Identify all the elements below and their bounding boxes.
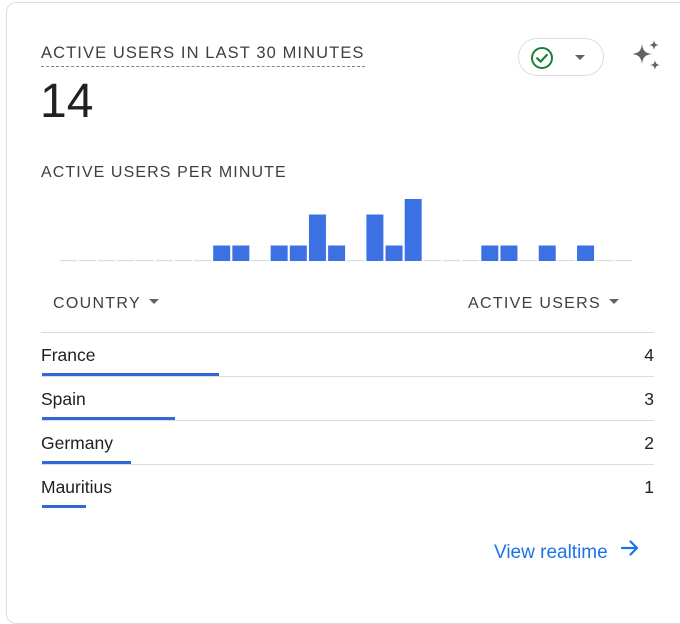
active-users-header-label: ACTIVE USERS [468, 295, 601, 312]
chart-bar-empty [136, 260, 154, 262]
realtime-card [6, 2, 680, 624]
country-name: Mauritius [41, 477, 112, 497]
chart-bar-empty [596, 260, 614, 262]
card-title[interactable]: ACTIVE USERS IN LAST 30 MINUTES [41, 44, 365, 67]
check-circle-icon [530, 46, 554, 75]
chart-bar-empty [251, 260, 269, 262]
chart-bar[interactable] [577, 245, 595, 262]
country-table: France 4 Spain 3 Germany 2 Mauritius 1 [41, 332, 654, 508]
chart-bar[interactable] [328, 245, 346, 262]
chart-title: ACTIVE USERS PER MINUTE [41, 164, 287, 181]
table-row: Spain 3 [41, 376, 654, 420]
chart-bar-empty [519, 260, 537, 262]
active-users-value: 1 [644, 477, 654, 497]
view-realtime-link[interactable]: View realtime [494, 539, 640, 565]
chevron-down-icon [148, 299, 159, 305]
arrow-right-icon [620, 539, 640, 563]
chart-bar[interactable] [481, 245, 499, 262]
status-dropdown-button[interactable] [518, 38, 604, 76]
country-name: Germany [41, 433, 113, 453]
table-row: France 4 [41, 332, 654, 376]
country-name: France [41, 345, 96, 365]
view-realtime-label: View realtime [494, 542, 608, 564]
chart-bar[interactable] [232, 245, 250, 262]
chart-bar[interactable] [500, 245, 518, 262]
active-users-value: 4 [644, 345, 654, 365]
chart-bar[interactable] [404, 199, 422, 261]
chart-bar-empty [423, 260, 441, 262]
chart-bar-empty [557, 260, 575, 262]
chart-bar-empty [174, 260, 192, 262]
chart-bar-empty [117, 260, 135, 262]
sparkle-icon[interactable] [628, 38, 664, 79]
chart-bar[interactable] [213, 245, 231, 262]
table-row: Germany 2 [41, 420, 654, 464]
chart-bar[interactable] [366, 214, 384, 262]
active-users-count: 14 [40, 75, 94, 128]
chart-bar-empty [98, 260, 116, 262]
active-users-per-minute-chart [60, 199, 633, 262]
chart-bar-empty [443, 260, 460, 262]
chevron-down-icon [608, 299, 619, 305]
chart-bar[interactable] [308, 214, 326, 262]
country-header-label: COUNTRY [53, 295, 141, 312]
chart-bar-empty [79, 260, 97, 262]
chart-bar[interactable] [538, 245, 556, 262]
chart-bar-empty [60, 260, 77, 262]
chart-bar-empty [155, 260, 173, 262]
chart-bar-empty [462, 260, 480, 262]
chart-bar-empty [615, 260, 633, 262]
active-users-column-header[interactable]: ACTIVE USERS [468, 295, 619, 313]
chart-bar[interactable] [385, 245, 403, 262]
country-name: Spain [41, 389, 86, 409]
active-users-value: 2 [644, 433, 654, 453]
chart-bar[interactable] [289, 245, 307, 262]
country-column-header[interactable]: COUNTRY [53, 295, 159, 313]
share-bar [42, 505, 87, 508]
chevron-down-icon [575, 55, 585, 60]
chart-bar[interactable] [270, 245, 288, 262]
chart-bar-empty [194, 260, 212, 262]
active-users-value: 3 [644, 389, 654, 409]
table-row: Mauritius 1 [41, 464, 654, 508]
chart-bar-empty [347, 260, 365, 262]
